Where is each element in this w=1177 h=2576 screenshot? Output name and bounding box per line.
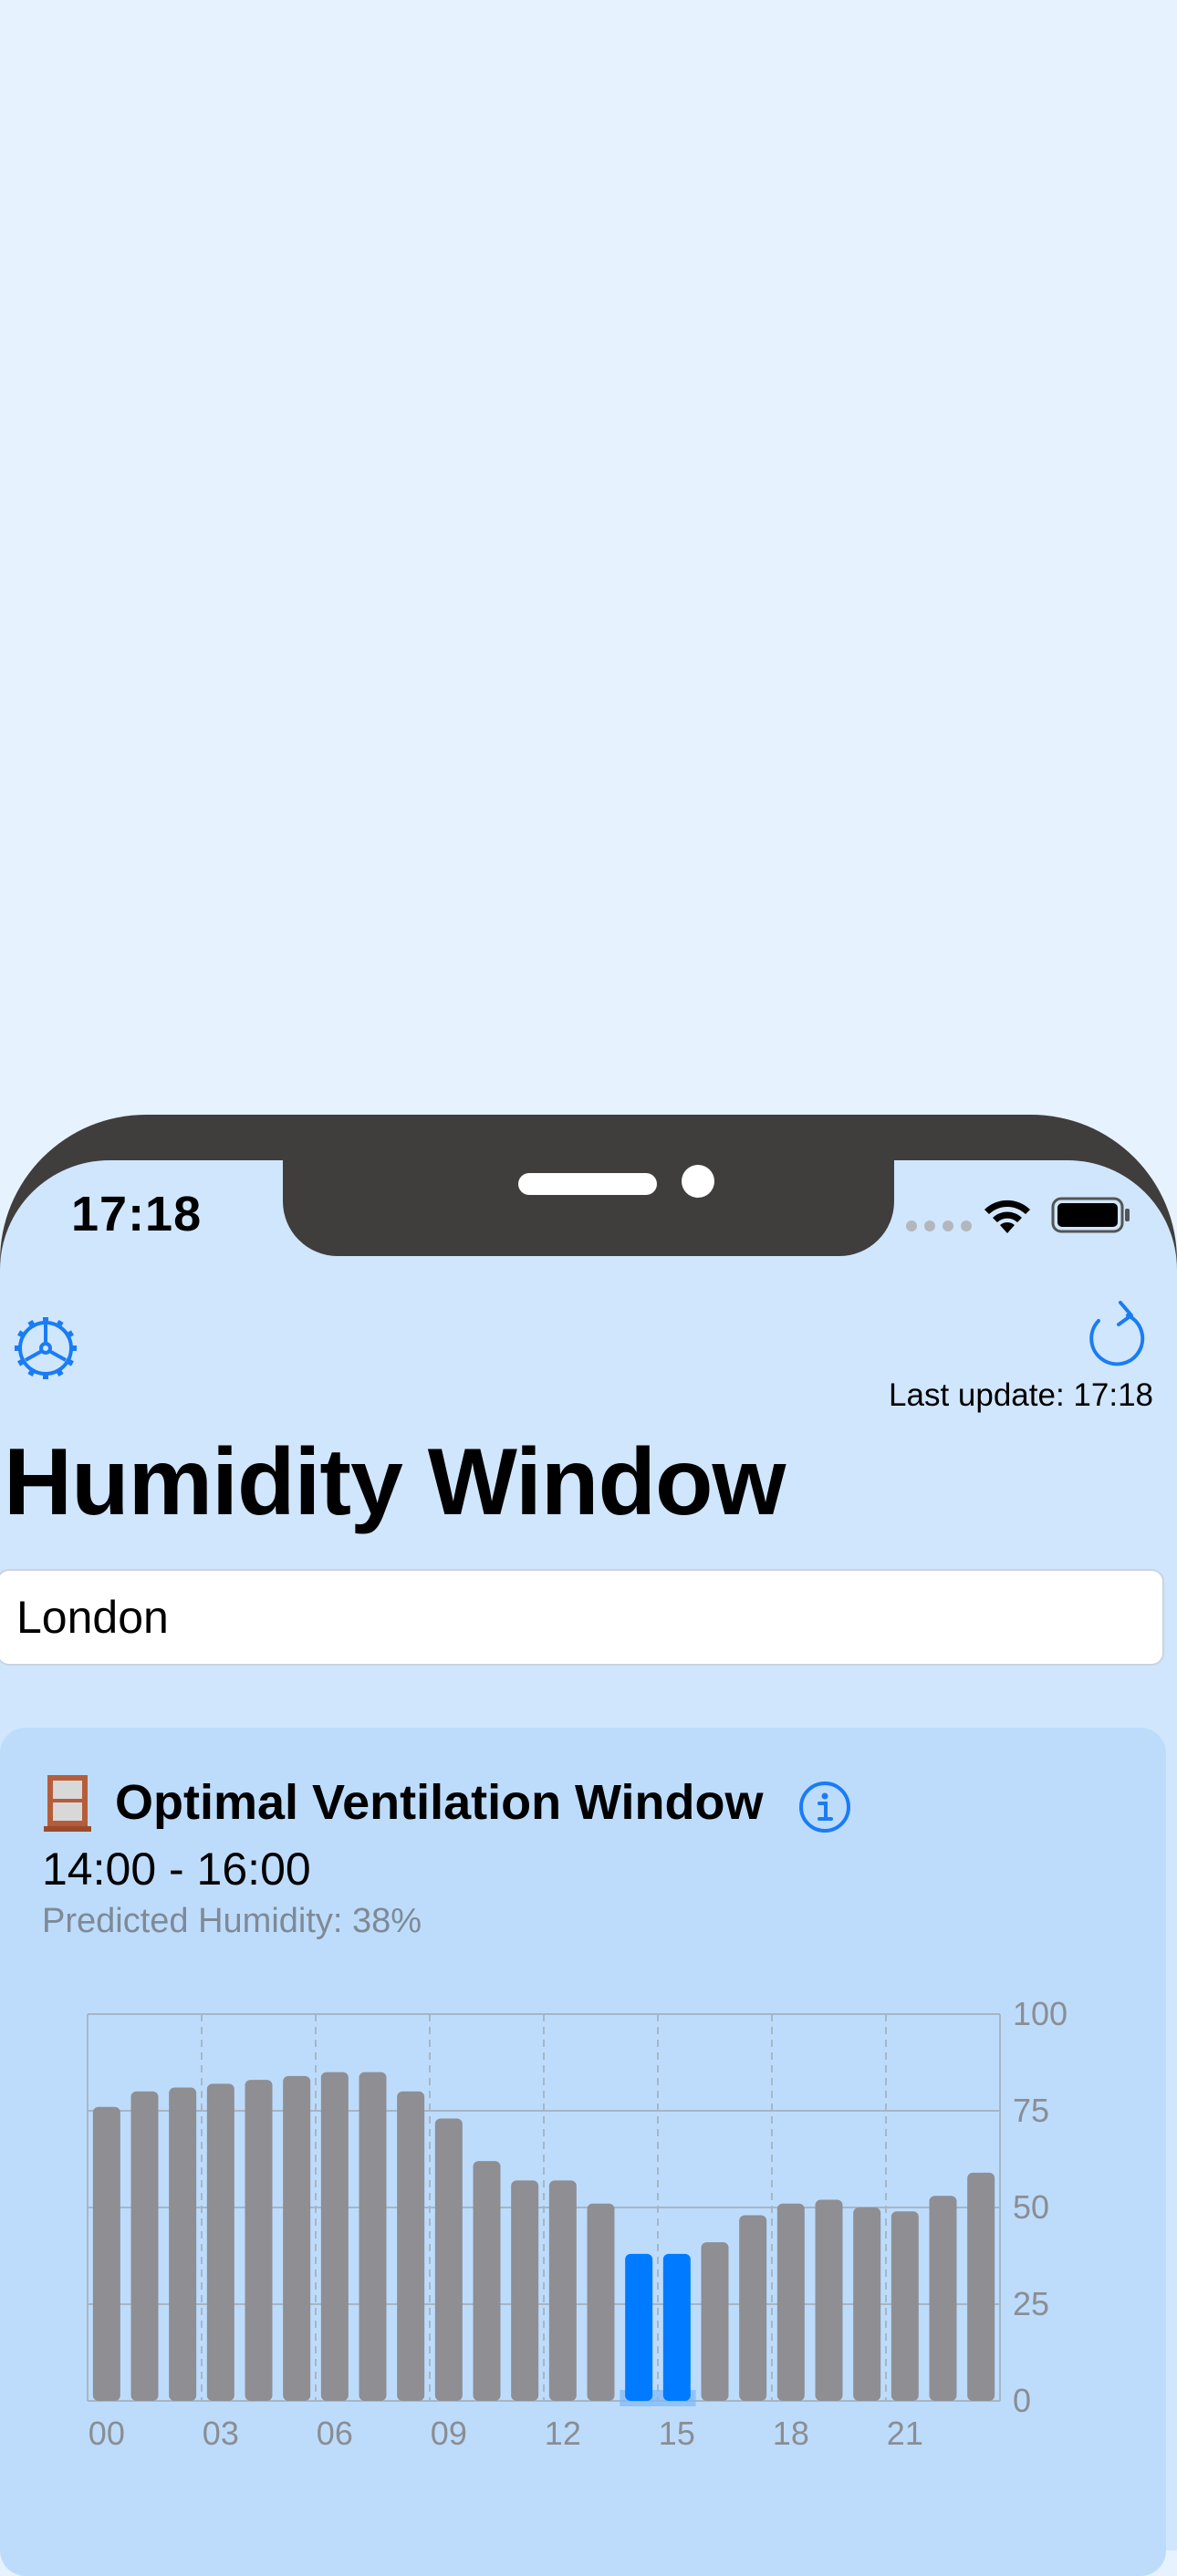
card-header: Optimal Ventilation Window — [42, 1773, 764, 1832]
x-tick-label: 12 — [545, 2415, 581, 2452]
location-input[interactable]: London — [0, 1569, 1164, 1666]
bar-hour-04 — [245, 2080, 273, 2401]
bar-hour-13 — [587, 2203, 615, 2401]
x-tick-label: 21 — [887, 2415, 923, 2452]
y-tick-label: 0 — [1013, 2382, 1031, 2419]
y-tick-label: 100 — [1013, 1995, 1068, 2032]
x-tick-label: 00 — [89, 2415, 125, 2452]
predicted-humidity: Predicted Humidity: 38% — [42, 1902, 422, 1940]
window-time-range: 14:00 - 16:00 — [42, 1844, 311, 1895]
wifi-icon — [984, 1200, 1030, 1233]
bar-hour-09 — [434, 2118, 463, 2401]
x-tick-label: 03 — [203, 2415, 239, 2452]
bar-hour-22 — [929, 2196, 957, 2401]
x-tick-label: 09 — [431, 2415, 467, 2452]
bar-hour-02 — [169, 2087, 197, 2401]
bar-hour-01 — [130, 2091, 159, 2401]
bar-hour-07 — [359, 2072, 387, 2401]
card-title: Optimal Ventilation Window — [115, 1775, 764, 1830]
bar-hour-05 — [283, 2075, 311, 2401]
refresh-icon[interactable] — [1084, 1295, 1151, 1368]
battery-icon — [1051, 1197, 1130, 1233]
window-icon — [44, 1775, 91, 1832]
cellular-signal-icon — [906, 1220, 972, 1231]
y-tick-label: 25 — [1013, 2285, 1049, 2322]
y-tick-label: 50 — [1013, 2188, 1049, 2226]
speaker-grille — [518, 1173, 657, 1195]
bar-hour-06 — [320, 2072, 349, 2401]
gear-icon[interactable] — [11, 1314, 80, 1383]
bar-hour-17 — [739, 2215, 767, 2401]
front-camera — [682, 1165, 714, 1198]
bar-hour-00 — [92, 2106, 120, 2401]
humidity-chart: 100755025000 03 06 09 12 15 18 21 — [87, 1995, 1068, 2452]
bar-hour-03 — [206, 2083, 234, 2401]
x-tick-label: 18 — [773, 2415, 809, 2452]
bar-hour-15 — [662, 2253, 691, 2401]
bar-hour-19 — [815, 2199, 843, 2401]
bar-hour-08 — [397, 2091, 425, 2401]
bar-hour-20 — [853, 2207, 881, 2401]
info-icon[interactable] — [797, 1780, 852, 1834]
bar-hour-23 — [967, 2172, 995, 2401]
page-title: Humidity Window — [4, 1429, 786, 1535]
bar-hour-21 — [891, 2211, 919, 2401]
bar-hour-16 — [701, 2242, 729, 2401]
y-tick-label: 75 — [1013, 2092, 1049, 2129]
bar-hour-10 — [473, 2161, 501, 2401]
bar-hour-12 — [548, 2180, 577, 2401]
last-update-label: Last update: 17:18 — [889, 1377, 1153, 1413]
bar-hour-18 — [776, 2203, 805, 2401]
x-tick-label: 15 — [659, 2415, 695, 2452]
device-notch — [283, 1140, 894, 1256]
bar-hour-11 — [511, 2180, 539, 2401]
x-tick-label: 06 — [317, 2415, 353, 2452]
bar-hour-14 — [625, 2253, 653, 2401]
status-time: 17:18 — [71, 1187, 203, 1241]
